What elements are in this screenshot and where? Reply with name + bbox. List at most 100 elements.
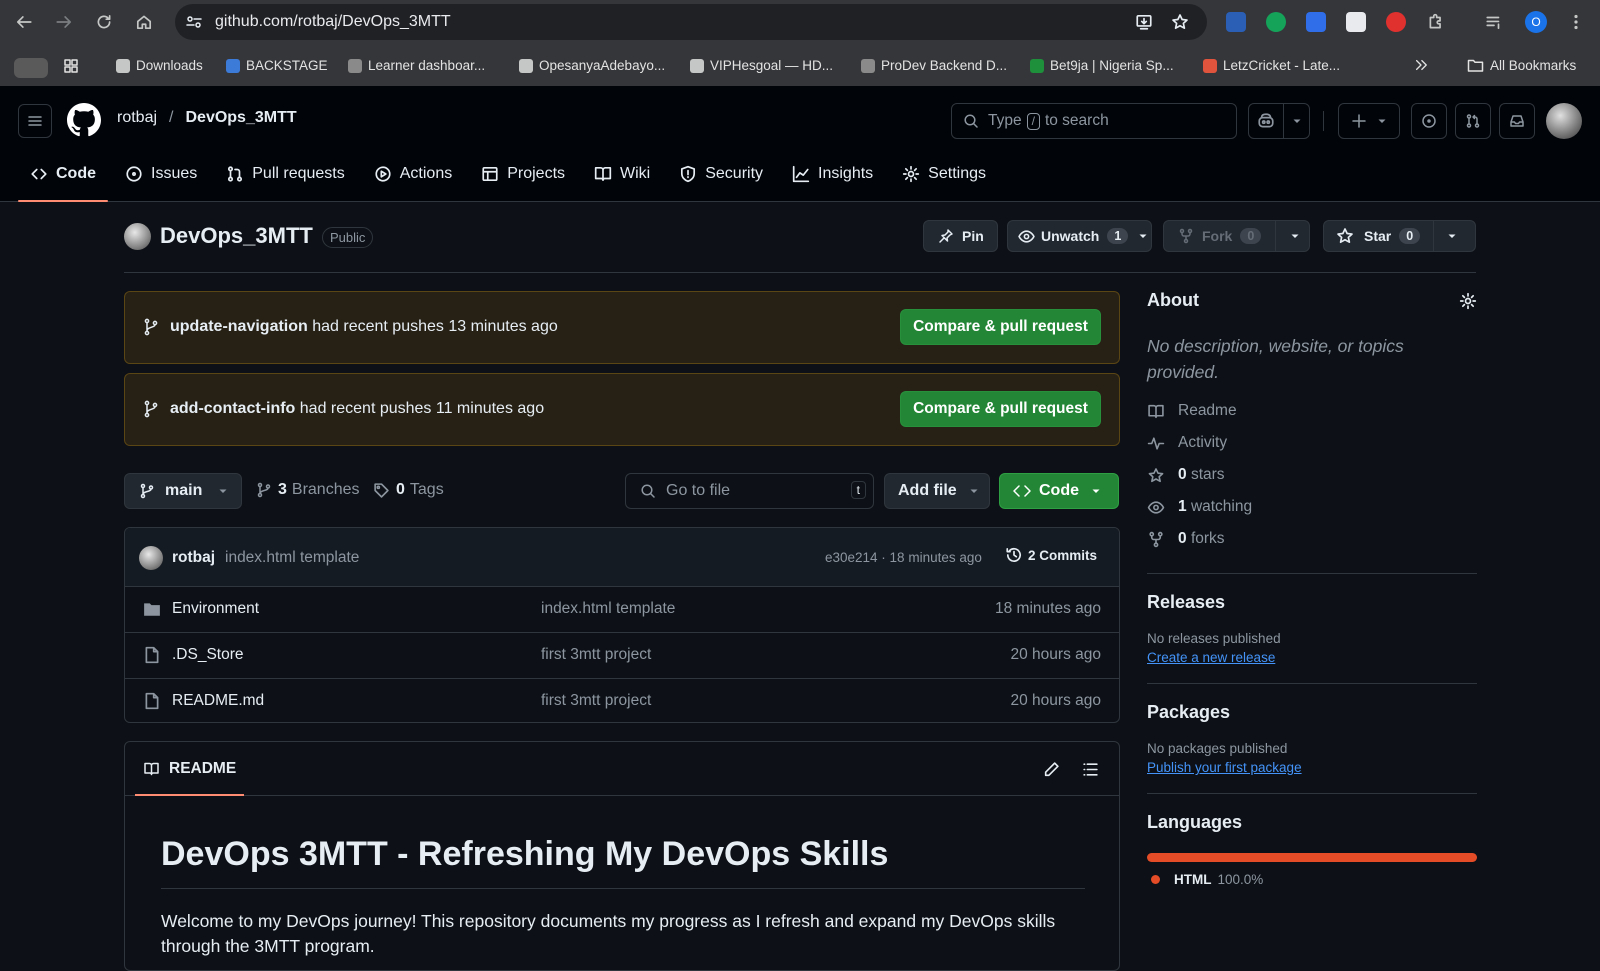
all-bookmarks-button[interactable]: All Bookmarks: [1467, 58, 1576, 73]
packages-heading[interactable]: Packages: [1147, 702, 1477, 723]
global-menu-button[interactable]: [18, 104, 52, 138]
file-name[interactable]: README.md: [172, 692, 264, 710]
repo-name[interactable]: DevOps_3MTT: [160, 223, 313, 249]
your-pull-requests-button[interactable]: [1455, 103, 1491, 139]
inbox-button[interactable]: [1499, 103, 1535, 139]
fork-button[interactable]: Fork 0: [1163, 220, 1310, 252]
apps-button[interactable]: [63, 58, 79, 74]
install-app-icon[interactable]: [1135, 13, 1153, 31]
commit-author[interactable]: rotbaj: [172, 549, 215, 567]
tab-actions[interactable]: Actions: [362, 154, 464, 194]
chevron-down-icon: [1291, 234, 1299, 238]
media-controls-button[interactable]: [1482, 10, 1506, 34]
your-issues-button[interactable]: [1411, 103, 1447, 139]
bookmark-item[interactable]: LetzCricket - Late...: [1203, 58, 1340, 73]
outline-list-icon[interactable]: [1082, 761, 1099, 778]
extensions-button[interactable]: [1424, 10, 1448, 34]
back-button[interactable]: [12, 10, 36, 34]
home-button[interactable]: [132, 10, 156, 34]
star-button[interactable]: Star 0: [1323, 220, 1476, 252]
recent-push-banner: update-navigation had recent pushes 13 m…: [124, 291, 1120, 364]
branch-selector[interactable]: main: [124, 473, 242, 509]
bookmark-label: ProDev Backend D...: [881, 58, 1008, 73]
user-avatar[interactable]: [1546, 103, 1582, 139]
bookmark-item[interactable]: Learner dashboar...: [348, 58, 485, 73]
bookmark-star-icon[interactable]: [1171, 13, 1189, 31]
unwatch-button[interactable]: Unwatch 1: [1007, 220, 1152, 252]
tab-group-chip[interactable]: [14, 58, 48, 78]
bookmark-item[interactable]: ProDev Backend D...: [861, 58, 1007, 73]
add-file-button[interactable]: Add file: [884, 473, 990, 509]
global-search-input[interactable]: Type / to search: [951, 103, 1237, 139]
banner-branch-name[interactable]: update-navigation: [170, 318, 308, 335]
tags-link[interactable]: 0 Tags: [373, 481, 444, 499]
watchers-link[interactable]: 1 watching: [1147, 491, 1477, 523]
commit-message[interactable]: index.html template: [225, 549, 359, 567]
bookmark-item[interactable]: VIPHesgoal — HD...: [690, 58, 833, 73]
grammarly-icon[interactable]: [1266, 12, 1286, 32]
tab-wiki[interactable]: Wiki: [582, 154, 662, 194]
branches-link[interactable]: 3 Branches: [256, 481, 360, 499]
file-commit-message[interactable]: index.html template: [541, 600, 675, 618]
releases-heading[interactable]: Releases: [1147, 592, 1477, 613]
file-commit-message[interactable]: first 3mtt project: [541, 646, 651, 664]
tab-settings[interactable]: Settings: [890, 154, 998, 194]
gear-icon[interactable]: [1459, 292, 1477, 310]
pencil-icon[interactable]: [1043, 761, 1060, 778]
compare-pull-request-button[interactable]: Compare & pull request: [900, 309, 1101, 345]
file-name[interactable]: Environment: [172, 600, 259, 618]
activity-link[interactable]: Activity: [1147, 427, 1477, 459]
adblock-icon[interactable]: [1386, 12, 1406, 32]
create-release-link[interactable]: Create a new release: [1147, 650, 1477, 665]
commit-meta[interactable]: e30e214 · 18 minutes ago: [825, 550, 982, 565]
extension-3-icon[interactable]: [1306, 12, 1326, 32]
branch-icon: [144, 400, 158, 418]
reload-button[interactable]: [92, 10, 116, 34]
about-heading: About: [1147, 290, 1199, 310]
branch-name: main: [165, 482, 203, 499]
file-row[interactable]: .DS_Store first 3mtt project 20 hours ag…: [125, 633, 1119, 679]
file-name[interactable]: .DS_Store: [172, 646, 244, 664]
browser-menu-button[interactable]: [1564, 10, 1588, 34]
go-to-file-input[interactable]: Go to file t: [625, 473, 874, 509]
readme-tab[interactable]: README: [135, 742, 245, 796]
tab-code[interactable]: Code: [18, 154, 108, 202]
readme-link[interactable]: Readme: [1147, 395, 1477, 427]
forks-link[interactable]: 0 forks: [1147, 523, 1477, 555]
forward-button[interactable]: [52, 10, 76, 34]
tab-issues[interactable]: Issues: [113, 154, 209, 194]
bookmark-item[interactable]: BACKSTAGE: [226, 58, 328, 73]
stars-link[interactable]: 0 stars: [1147, 459, 1477, 491]
tab-insights[interactable]: Insights: [780, 154, 885, 194]
commits-history-link[interactable]: 2 Commits: [1005, 546, 1097, 564]
branches-label: Branches: [291, 481, 360, 498]
tab-projects[interactable]: Projects: [469, 154, 577, 194]
bookmarks-overflow-button[interactable]: [1414, 58, 1428, 72]
bookmark-item[interactable]: Downloads: [116, 58, 203, 73]
file-row[interactable]: README.md first 3mtt project 20 hours ag…: [125, 679, 1119, 722]
publish-package-link[interactable]: Publish your first package: [1147, 760, 1477, 775]
code-dropdown-button[interactable]: Code: [999, 473, 1119, 509]
compare-pull-request-button[interactable]: Compare & pull request: [900, 391, 1101, 427]
bookmark-item[interactable]: Bet9ja | Nigeria Sp...: [1030, 58, 1174, 73]
tab-pull-requests[interactable]: Pull requests: [214, 154, 357, 194]
extension-1-icon[interactable]: [1226, 12, 1246, 32]
repo-link[interactable]: DevOps_3MTT: [185, 109, 296, 127]
qr-code-icon[interactable]: [1346, 12, 1366, 32]
banner-branch-name[interactable]: add-contact-info: [170, 400, 295, 417]
file-row[interactable]: Environment index.html template 18 minut…: [125, 587, 1119, 633]
file-commit-message[interactable]: first 3mtt project: [541, 692, 651, 710]
chevron-down-icon: [1448, 234, 1456, 238]
owner-link[interactable]: rotbaj: [117, 109, 157, 127]
address-bar[interactable]: github.com/rotbaj/DevOps_3MTT: [175, 4, 1207, 40]
profile-avatar[interactable]: O: [1525, 11, 1547, 33]
bookmark-item[interactable]: OpesanyaAdebayo...: [519, 58, 665, 73]
hamburger-icon: [28, 116, 42, 126]
pin-button[interactable]: Pin: [923, 220, 998, 252]
github-logo-icon[interactable]: [67, 103, 101, 137]
tab-security[interactable]: Security: [667, 154, 775, 194]
language-item[interactable]: HTML 100.0%: [1147, 872, 1477, 887]
copilot-button[interactable]: [1248, 103, 1310, 139]
create-new-button[interactable]: [1338, 103, 1400, 139]
branch-icon: [140, 483, 154, 499]
